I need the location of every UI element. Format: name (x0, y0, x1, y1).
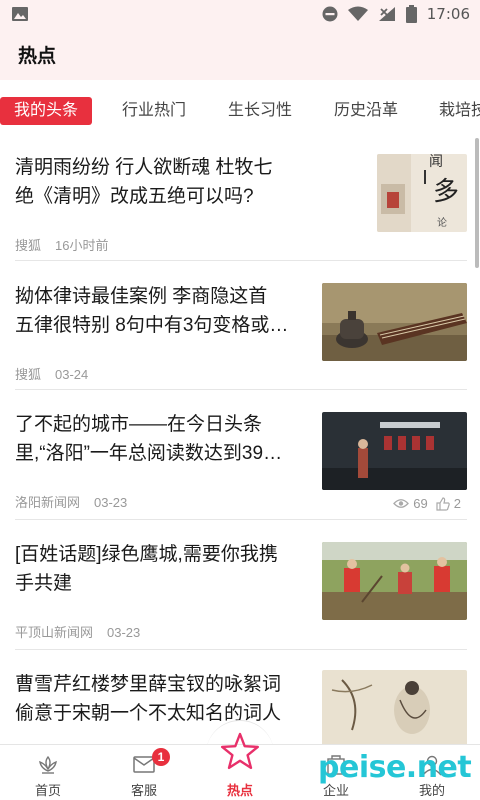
news-thumbnail (322, 670, 467, 744)
lotus-home-icon (39, 755, 57, 774)
app-header: 热点 (0, 28, 480, 80)
category-tabs: 我的头条 行业热门 生长习性 历史沿革 栽培技 (0, 80, 480, 142)
tab-history[interactable]: 历史沿革 (334, 97, 398, 125)
nav-customer-service[interactable]: 1 客服 (96, 745, 192, 800)
news-thumbnail (322, 283, 467, 361)
news-time: 03-24 (55, 367, 89, 382)
news-card[interactable]: [百姓话题]绿色鹰城,需要你我携 手共建 平顶山新闻网 03-23 (15, 520, 467, 650)
svg-text:论: 论 (437, 216, 447, 229)
thumbs-up-icon[interactable] (436, 496, 450, 511)
tab-industry-hot[interactable]: 行业热门 (122, 97, 186, 125)
news-meta: 搜狐 03-24 (15, 364, 102, 383)
news-thumbnail (322, 412, 467, 490)
watermark: peise.net (318, 750, 472, 785)
news-card[interactable]: 了不起的城市——在今日头条 里,“洛阳”一年总阅读数达到39… 洛阳新闻网 03-… (15, 390, 467, 520)
news-time: 16小时前 (55, 238, 109, 253)
status-time: 17:06 (426, 5, 470, 23)
nav-hot[interactable]: 热点 (192, 732, 288, 800)
svg-text:多: 多 (433, 177, 459, 207)
news-source: 洛阳新闻网 (15, 495, 81, 510)
news-time: 03-23 (94, 495, 128, 510)
news-stats: 69 2 (393, 496, 461, 511)
news-thumbnail (322, 542, 467, 620)
nav-home[interactable]: 首页 (0, 745, 96, 800)
news-time: 03-23 (107, 625, 141, 640)
news-title: 清明雨纷纷 行人欲断魂 杜牧七 绝《清明》改成五绝可以吗? (15, 157, 273, 207)
views-count: 69 (413, 496, 428, 511)
news-meta: 洛阳新闻网 03-23 (15, 492, 141, 511)
news-feed: 清明雨纷纷 行人欲断魂 杜牧七 绝《清明》改成五绝可以吗? 搜狐 16小时前 闻 … (0, 142, 480, 744)
news-source: 搜狐 (15, 238, 42, 253)
news-meta: 搜狐 16小时前 (15, 235, 122, 254)
do-not-disturb-icon (322, 6, 338, 22)
image-notification-icon (12, 7, 28, 21)
unread-badge: 1 (152, 748, 170, 766)
tab-growth-habits[interactable]: 生长习性 (228, 97, 292, 125)
news-title: 曹雪芹红楼梦里薛宝钗的咏絮词 偷意于宋朝一个不太知名的词人 (15, 674, 282, 724)
news-source: 平顶山新闻网 (15, 625, 94, 640)
news-thumbnail: 闻 多 论 (377, 154, 467, 232)
likes-count: 2 (453, 496, 461, 511)
signal-icon (378, 7, 395, 21)
tab-cultivation[interactable]: 栽培技 (439, 97, 480, 125)
page-title: 热点 (18, 46, 57, 67)
views-icon (393, 499, 410, 508)
news-meta: 平顶山新闻网 03-23 (15, 622, 154, 641)
tab-my-headlines[interactable]: 我的头条 (0, 97, 93, 125)
news-title: [百姓话题]绿色鹰城,需要你我携 手共建 (15, 544, 278, 594)
news-card[interactable]: 拗体律诗最佳案例 李商隐这首 五律很特别 8句中有3句变格或… 搜狐 03-24 (15, 261, 467, 390)
news-card[interactable]: 清明雨纷纷 行人欲断魂 杜牧七 绝《清明》改成五绝可以吗? 搜狐 16小时前 闻 … (15, 142, 467, 261)
news-title: 拗体律诗最佳案例 李商隐这首 五律很特别 8句中有3句变格或… (15, 286, 289, 336)
status-bar: 17:06 (0, 0, 480, 28)
news-title: 了不起的城市——在今日头条 里,“洛阳”一年总阅读数达到39… (15, 414, 283, 464)
feed-scrollbar[interactable] (475, 138, 479, 268)
svg-text:闻: 闻 (429, 154, 443, 170)
news-source: 搜狐 (15, 367, 42, 382)
wifi-icon (347, 6, 368, 21)
star-icon (221, 732, 259, 770)
battery-icon (405, 5, 417, 23)
